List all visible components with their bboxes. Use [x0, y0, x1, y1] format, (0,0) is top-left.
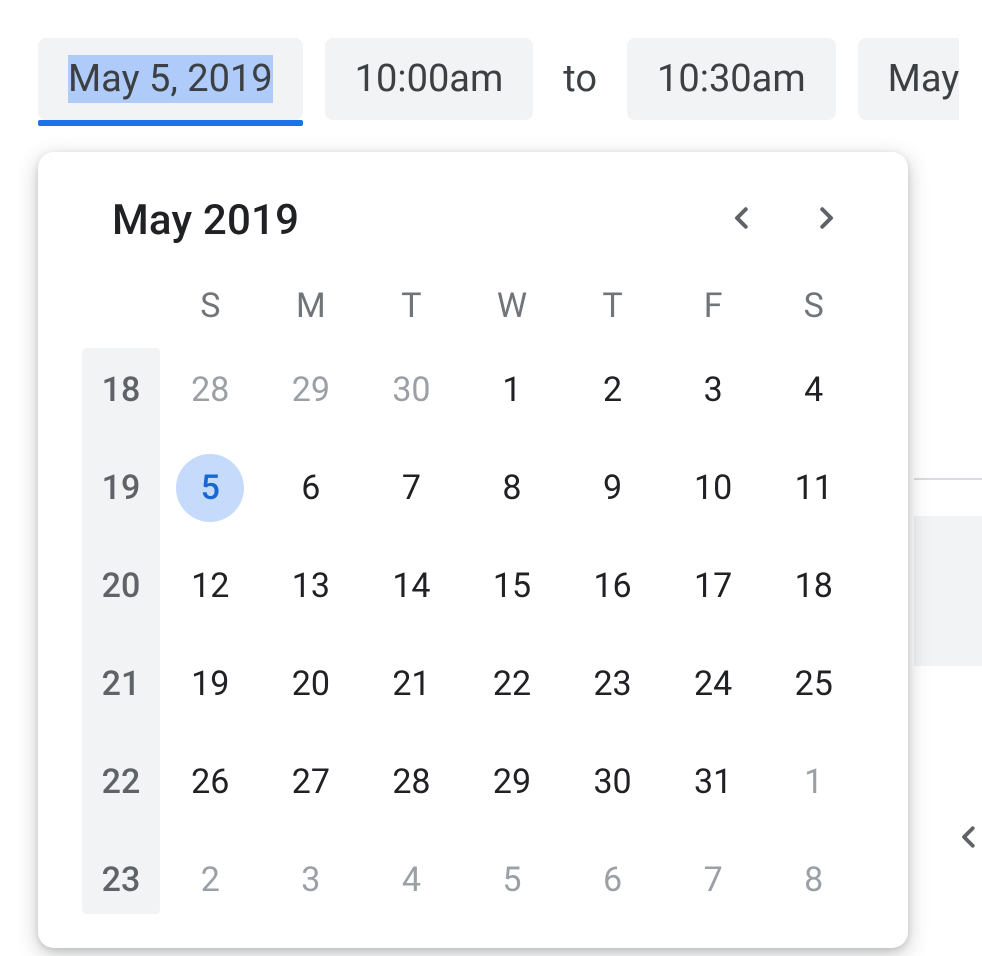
dow-mon: M [296, 286, 326, 326]
calendar-day[interactable]: 28 [377, 748, 445, 816]
calendar-header: May 2019 [82, 192, 864, 248]
end-time-chip[interactable]: 10:30am [627, 38, 836, 120]
dow-wed: W [497, 286, 527, 326]
calendar-day[interactable]: 24 [679, 650, 747, 718]
start-date-text: May 5, 2019 [68, 55, 273, 103]
start-time-chip[interactable]: 10:00am [325, 38, 534, 120]
week-number-column-bg [82, 348, 160, 914]
calendar-nav [714, 192, 864, 248]
calendar-day[interactable]: 30 [579, 748, 647, 816]
week-number: 18 [82, 370, 160, 410]
to-label: to [555, 57, 605, 101]
dow-fri: F [704, 286, 723, 326]
calendar-day[interactable]: 28 [176, 356, 244, 424]
prev-month-button[interactable] [714, 192, 770, 248]
calendar-day[interactable]: 13 [277, 552, 345, 620]
calendar-day[interactable]: 1 [780, 748, 848, 816]
calendar-day[interactable]: 10 [679, 454, 747, 522]
calendar-day[interactable]: 31 [679, 748, 747, 816]
calendar-day[interactable]: 4 [780, 356, 848, 424]
calendar-month-title: May 2019 [82, 196, 299, 245]
background-divider [914, 478, 982, 480]
week-number: 20 [82, 566, 160, 606]
calendar-day[interactable]: 12 [176, 552, 244, 620]
date-picker-popover: May 2019 S M T W T F S 18282930123419567… [38, 152, 908, 948]
calendar-day[interactable]: 23 [579, 650, 647, 718]
calendar-day[interactable]: 15 [478, 552, 546, 620]
calendar-day[interactable]: 30 [377, 356, 445, 424]
calendar-day[interactable]: 4 [377, 846, 445, 914]
calendar-day[interactable]: 5 [478, 846, 546, 914]
date-time-picker-row: May 5, 2019 10:00am to 10:30am May [38, 38, 959, 120]
end-date-chip[interactable]: May [858, 38, 960, 120]
calendar-day[interactable]: 1 [478, 356, 546, 424]
calendar-day[interactable]: 25 [780, 650, 848, 718]
next-month-button[interactable] [798, 192, 854, 248]
calendar-day[interactable]: 21 [377, 650, 445, 718]
calendar-day[interactable]: 2 [176, 846, 244, 914]
week-number: 19 [82, 468, 160, 508]
end-time-text: 10:30am [657, 57, 806, 101]
start-time-text: 10:00am [355, 57, 504, 101]
background-chevron [954, 822, 982, 856]
calendar-day[interactable]: 7 [679, 846, 747, 914]
calendar-day[interactable]: 27 [277, 748, 345, 816]
calendar-day[interactable]: 29 [277, 356, 345, 424]
chevron-right-icon [811, 203, 841, 237]
calendar-day[interactable]: 3 [679, 356, 747, 424]
calendar-day[interactable]: 11 [780, 454, 848, 522]
calendar-grid: S M T W T F S 18282930123419567891011201… [82, 286, 864, 914]
calendar-day[interactable]: 18 [780, 552, 848, 620]
calendar-day[interactable]: 2 [579, 356, 647, 424]
chevron-left-icon [727, 203, 757, 237]
calendar-day[interactable]: 19 [176, 650, 244, 718]
calendar-day[interactable]: 20 [277, 650, 345, 718]
dow-thu: T [602, 286, 622, 326]
dow-sat: S [804, 286, 824, 326]
calendar-day[interactable]: 9 [579, 454, 647, 522]
calendar-day[interactable]: 16 [579, 552, 647, 620]
background-panel [914, 516, 982, 666]
calendar-day[interactable]: 26 [176, 748, 244, 816]
week-number: 22 [82, 762, 160, 802]
week-number: 23 [82, 860, 160, 900]
chevron-left-icon [954, 837, 982, 856]
calendar-day[interactable]: 8 [780, 846, 848, 914]
calendar-day[interactable]: 8 [478, 454, 546, 522]
calendar-day[interactable]: 5 [176, 454, 244, 522]
calendar-day[interactable]: 22 [478, 650, 546, 718]
calendar-day[interactable]: 6 [579, 846, 647, 914]
calendar-day[interactable]: 7 [377, 454, 445, 522]
dow-tue: T [401, 286, 421, 326]
week-number: 21 [82, 664, 160, 704]
calendar-day[interactable]: 3 [277, 846, 345, 914]
dow-sun: S [200, 286, 220, 326]
calendar-day[interactable]: 6 [277, 454, 345, 522]
start-date-chip[interactable]: May 5, 2019 [38, 38, 303, 120]
calendar-day[interactable]: 14 [377, 552, 445, 620]
calendar-day[interactable]: 29 [478, 748, 546, 816]
end-date-text: May [888, 57, 960, 101]
calendar-day[interactable]: 17 [679, 552, 747, 620]
